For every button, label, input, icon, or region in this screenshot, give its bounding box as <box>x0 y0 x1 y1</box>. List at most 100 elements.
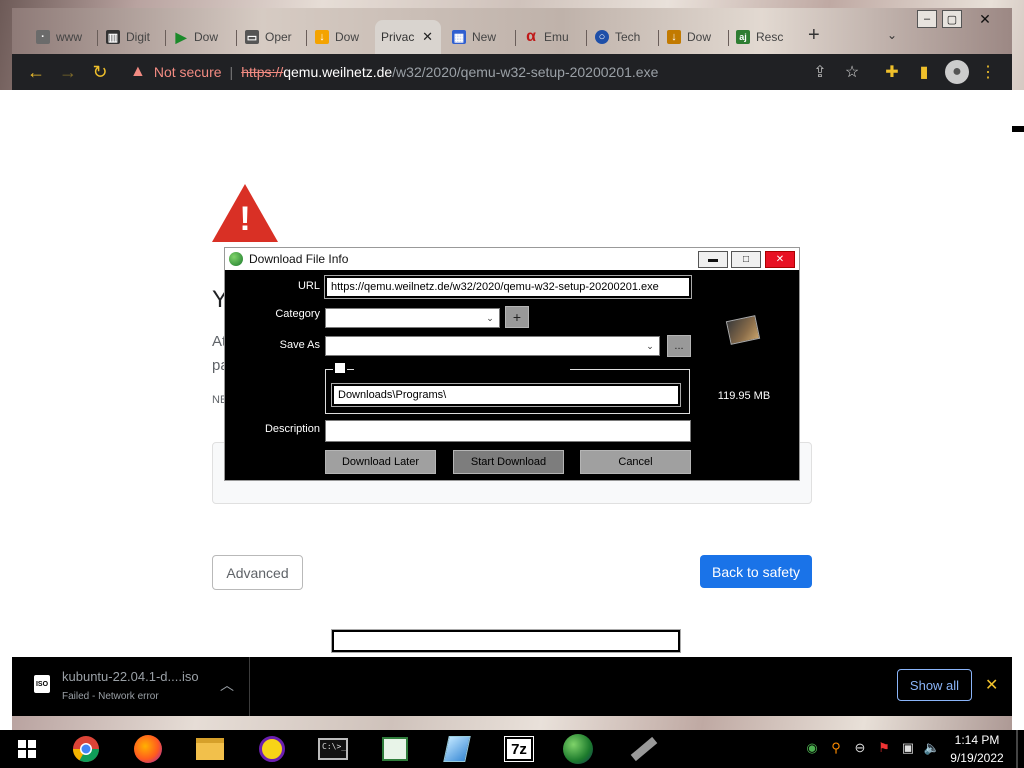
forward-arrow-icon[interactable]: → <box>58 62 78 82</box>
reload-icon[interactable]: ↻ <box>90 62 110 82</box>
download-item[interactable]: ISO kubuntu-22.04.1-d....iso Failed - Ne… <box>12 657 250 716</box>
omnibox[interactable]: ▲ Not secure | https:// qemu.weilnetz.de… <box>130 58 870 86</box>
download-file-info-dialog: Download File Info ▬ □ ✕ URL https://qem… <box>224 247 800 653</box>
show-desktop-button[interactable] <box>1016 730 1018 768</box>
idm-globe-icon <box>229 252 243 266</box>
tray-volume-icon[interactable]: 🔈 <box>923 739 941 757</box>
profile-avatar-icon[interactable]: ● <box>945 60 969 84</box>
tab-1[interactable]: ▥ Digit <box>100 22 166 52</box>
save-as-combo[interactable]: ⌄ <box>325 336 660 356</box>
firefox-taskbar-icon[interactable] <box>131 732 165 766</box>
close-window-button[interactable]: ✕ <box>975 10 995 28</box>
library-icon: ▥ <box>106 30 120 44</box>
desktop-window-edge-left <box>0 90 12 730</box>
advanced-button[interactable]: Advanced <box>212 555 303 590</box>
tray-minus-icon[interactable]: ⊖ <box>851 739 869 757</box>
sidepanel-icon[interactable]: ▮ <box>914 62 934 82</box>
extensions-icon[interactable]: ✚ <box>882 62 902 82</box>
cancel-button[interactable]: Cancel <box>580 450 691 474</box>
tab-divider <box>728 30 729 46</box>
notepad-icon <box>382 737 408 761</box>
url-field[interactable]: https://qemu.weilnetz.de/w32/2020/qemu-w… <box>324 275 692 299</box>
menu-kebab-icon[interactable]: ⋮ <box>978 62 998 82</box>
notepad-taskbar-icon[interactable] <box>378 732 412 766</box>
add-category-button[interactable]: + <box>505 306 529 328</box>
bookmark-star-icon[interactable]: ☆ <box>842 62 862 82</box>
windows-logo-icon <box>18 740 36 758</box>
url-scheme: https:// <box>241 64 284 80</box>
desktop-window-bar <box>1012 126 1024 132</box>
folder-path-field[interactable]: Downloads\Programs\ <box>331 383 681 407</box>
chrome-icon <box>72 736 100 763</box>
dialog-titlebar[interactable]: Download File Info ▬ □ ✕ <box>225 248 799 270</box>
dialog-body: URL https://qemu.weilnetz.de/w32/2020/qe… <box>228 271 796 653</box>
idm-globe-icon <box>563 734 593 764</box>
tab-4[interactable]: ↓ Dow <box>309 22 371 52</box>
tab-divider <box>236 30 237 46</box>
back-to-safety-button[interactable]: Back to safety <box>700 555 812 588</box>
tab-divider <box>306 30 307 46</box>
chrome-taskbar-icon[interactable] <box>69 732 103 766</box>
file-explorer-taskbar-icon[interactable] <box>193 732 227 766</box>
start-button[interactable] <box>10 732 44 766</box>
close-tab-icon[interactable]: ✕ <box>422 29 433 45</box>
tab-search-chevron-icon[interactable]: ⌄ <box>887 28 897 42</box>
close-shelf-icon[interactable]: ✕ <box>985 675 998 695</box>
plane-app-taskbar-icon[interactable] <box>627 732 661 766</box>
yahoo-messenger-taskbar-icon[interactable] <box>255 732 289 766</box>
tab-6[interactable]: ▦ New <box>446 22 512 52</box>
tab-label: Privac <box>381 30 415 44</box>
download-icon: ↓ <box>315 30 329 44</box>
disc-tool-taskbar-icon[interactable] <box>440 732 474 766</box>
clock-date[interactable]: 9/19/2022 <box>944 751 1010 765</box>
remember-path-checkbox[interactable] <box>335 363 345 373</box>
dialog-maximize-button[interactable]: □ <box>731 251 761 268</box>
tab-0[interactable]: · www <box>30 22 100 52</box>
tab-7[interactable]: α Emu <box>518 22 584 52</box>
start-download-button[interactable]: Start Download <box>453 450 564 474</box>
chevron-up-icon[interactable]: ︿ <box>220 675 234 695</box>
dialog-minimize-button[interactable]: ▬ <box>698 251 728 268</box>
browse-button[interactable]: ... <box>667 335 691 357</box>
idm-taskbar-icon[interactable] <box>561 732 595 766</box>
clock-time[interactable]: 1:14 PM <box>944 733 1010 747</box>
tray-network-icon[interactable]: ▣ <box>899 739 917 757</box>
category-select[interactable]: ⌄ <box>325 308 500 328</box>
tab-9[interactable]: ↓ Dow <box>661 22 727 52</box>
tab-5-active[interactable]: Privac ✕ <box>375 20 441 54</box>
omnibox-divider: | <box>229 64 234 80</box>
tab-label: www <box>56 30 82 44</box>
tab-10[interactable]: aj Resc <box>730 22 796 52</box>
dialog-close-button[interactable]: ✕ <box>765 251 795 268</box>
back-arrow-icon[interactable]: ← <box>26 62 46 82</box>
new-tab-button[interactable]: + <box>808 24 820 47</box>
url-host: qemu.weilnetz.de <box>283 64 393 80</box>
7zip-taskbar-icon[interactable]: 7z <box>502 732 536 766</box>
play-icon: ▶ <box>175 28 187 45</box>
download-later-button[interactable]: Download Later <box>325 450 436 474</box>
tab-divider <box>97 30 98 46</box>
tab-3[interactable]: ▭ Oper <box>239 22 305 52</box>
tab-label: Emu <box>544 30 569 44</box>
description-field[interactable] <box>325 420 691 442</box>
command-prompt-taskbar-icon[interactable]: C:\>_ <box>316 732 350 766</box>
tab-label: Dow <box>194 30 219 44</box>
tab-label: New <box>472 30 497 44</box>
danger-exclamation: ! <box>239 200 251 238</box>
tray-search-icon[interactable]: ⚲ <box>827 739 845 757</box>
tab-2[interactable]: ▶ Dow <box>168 22 234 52</box>
maximize-window-button[interactable]: ▢ <box>942 10 962 28</box>
tray-flag-icon[interactable]: ⚑ <box>875 739 893 757</box>
security-label[interactable]: Not secure <box>154 64 222 80</box>
newtab-icon: ▦ <box>452 30 466 44</box>
tab-8[interactable]: ○ Tech <box>589 22 655 52</box>
file-type-icon <box>725 315 761 345</box>
tab-divider <box>586 30 587 46</box>
tab-strip: · www ▥ Digit ▶ Dow ▭ Oper ↓ Dow Privac … <box>12 8 1012 54</box>
minimize-window-button[interactable]: – <box>917 10 937 28</box>
share-icon[interactable]: ⇪ <box>810 62 830 82</box>
tray-network-globe-icon[interactable]: ◉ <box>803 739 821 757</box>
show-all-button[interactable]: Show all <box>897 669 972 701</box>
firefox-icon <box>134 735 162 763</box>
plane-icon <box>630 736 658 762</box>
